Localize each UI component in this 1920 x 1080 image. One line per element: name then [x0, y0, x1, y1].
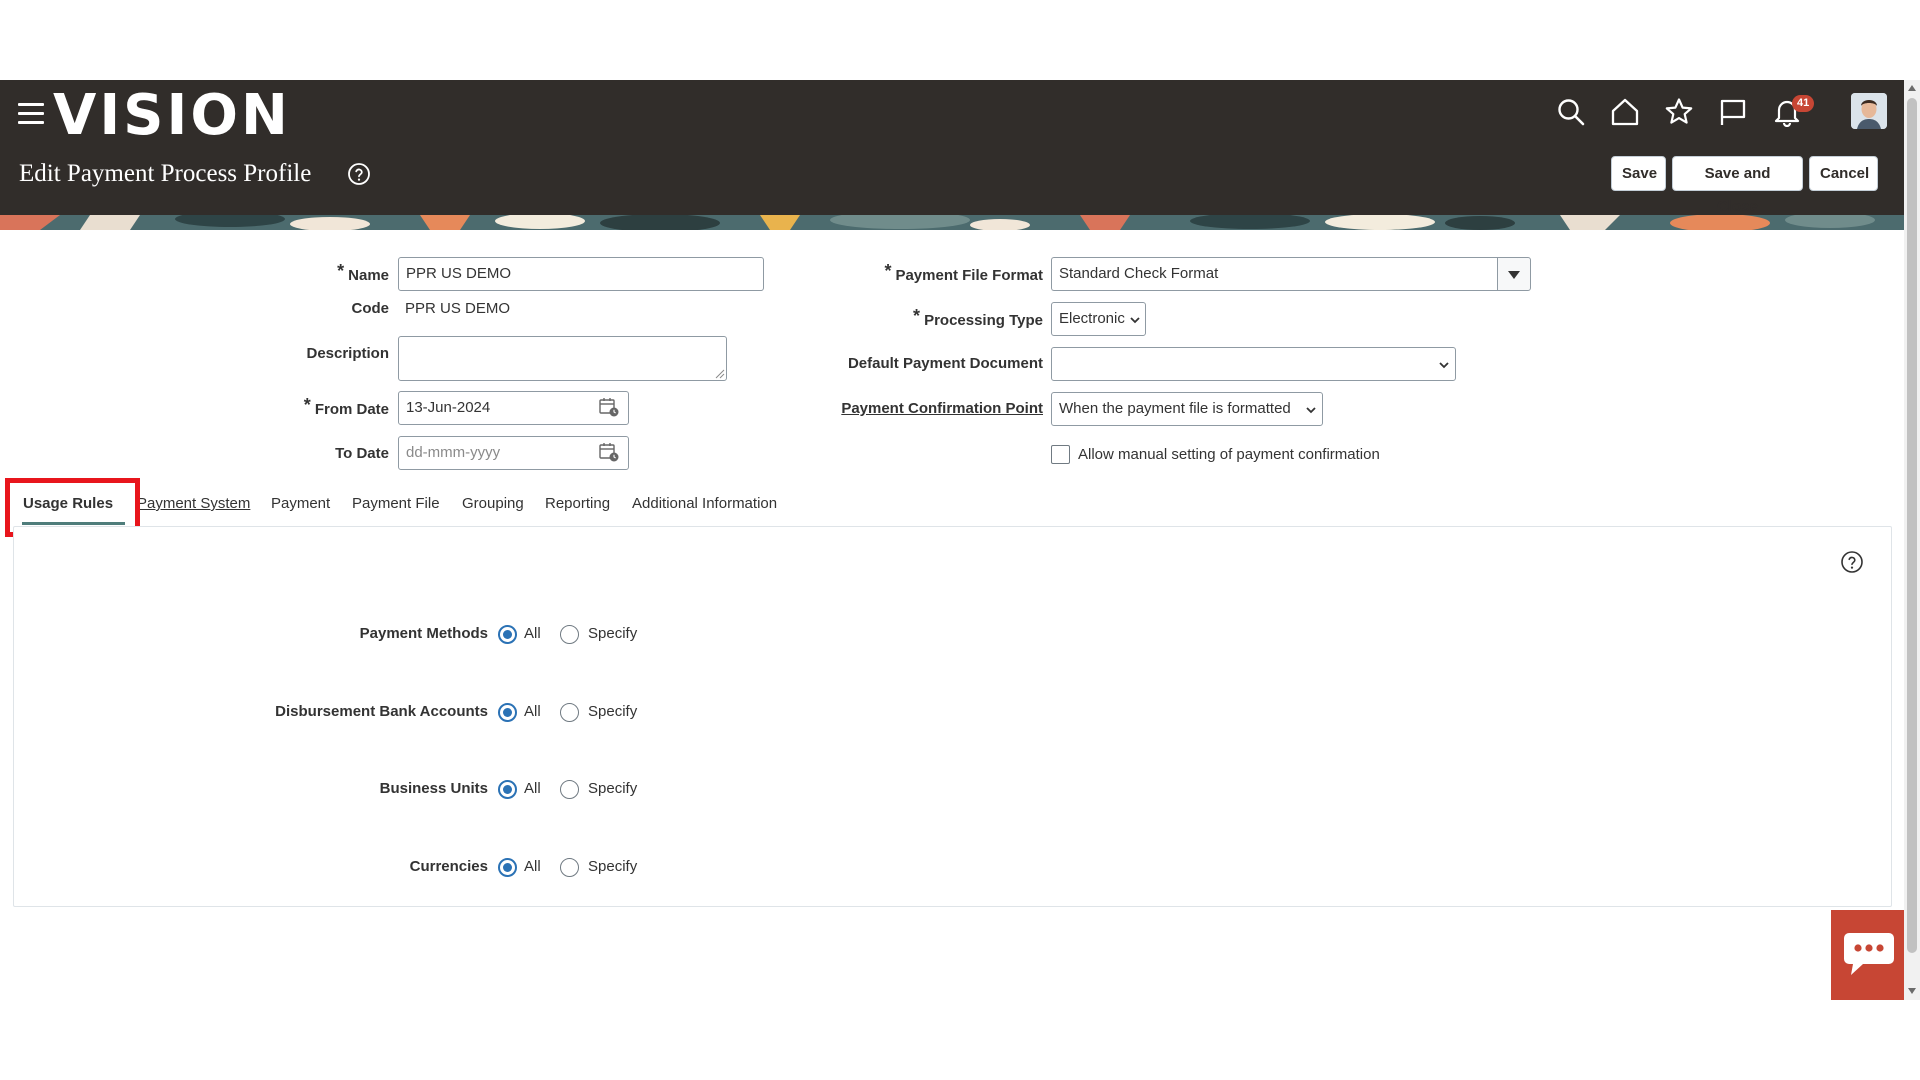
description-label: Description	[306, 345, 389, 362]
payment-methods-all-label: All	[524, 625, 541, 642]
bank-accounts-all-radio[interactable]	[498, 703, 517, 722]
processing-type-label: * Processing Type	[913, 306, 1043, 329]
to-date-label: To Date	[335, 445, 389, 462]
default-payment-document-select[interactable]	[1051, 347, 1456, 381]
currencies-specify-label: Specify	[588, 858, 638, 875]
chevron-down-icon	[1439, 362, 1449, 369]
bank-accounts-all-label: All	[524, 703, 541, 720]
tab-payment-file[interactable]: Payment File	[352, 494, 440, 514]
home-icon[interactable]	[1610, 97, 1640, 127]
name-input[interactable]: PPR US DEMO	[398, 257, 764, 291]
payment-confirmation-point-value: When the payment file is formatted	[1059, 400, 1291, 417]
default-payment-document-label: Default Payment Document	[847, 355, 1043, 372]
bank-accounts-specify-radio[interactable]	[560, 703, 579, 722]
currencies-label: Currencies	[409, 858, 488, 875]
scrollbar-thumb[interactable]	[1907, 98, 1917, 953]
help-icon[interactable]	[347, 162, 371, 186]
disbursement-bank-accounts-label: Disbursement Bank Accounts	[275, 703, 488, 720]
tab-grouping[interactable]: Grouping	[462, 494, 524, 514]
payment-methods-label: Payment Methods	[359, 625, 488, 642]
bank-accounts-specify-label: Specify	[588, 703, 638, 720]
vision-logo[interactable]: VISION	[53, 84, 291, 148]
payment-file-format-label: * Payment File Format	[884, 261, 1043, 284]
from-date-input[interactable]: 13-Jun-2024	[398, 391, 629, 425]
code-value: PPR US DEMO	[405, 300, 511, 317]
tab-payment[interactable]: Payment	[271, 494, 330, 514]
currencies-all-radio[interactable]	[498, 858, 517, 877]
name-label: * Name	[337, 261, 389, 284]
tab-reporting[interactable]: Reporting	[545, 494, 610, 514]
business-units-specify-label: Specify	[588, 780, 638, 797]
star-icon[interactable]	[1664, 97, 1694, 127]
header-banner-decoration	[0, 215, 1904, 230]
menu-icon[interactable]	[18, 103, 44, 125]
scroll-down-icon[interactable]	[1908, 988, 1916, 994]
payment-methods-all-radio[interactable]	[498, 625, 517, 644]
chat-bubble-icon	[1844, 933, 1894, 975]
payment-confirmation-point-label[interactable]: Payment Confirmation Point	[841, 399, 1043, 419]
allow-manual-confirmation-label: Allow manual setting of payment confirma…	[1078, 446, 1380, 463]
payment-file-format-dropdown-button[interactable]	[1497, 257, 1531, 291]
calendar-icon[interactable]	[598, 441, 620, 463]
tab-payment-system[interactable]: Payment System	[137, 494, 250, 514]
calendar-icon[interactable]	[598, 396, 620, 418]
user-avatar[interactable]	[1851, 93, 1887, 129]
description-textarea[interactable]	[398, 336, 727, 381]
payment-file-format-input[interactable]: Standard Check Format	[1051, 257, 1498, 291]
business-units-all-radio[interactable]	[498, 780, 517, 799]
allow-manual-confirmation-checkbox[interactable]	[1051, 445, 1070, 464]
code-label: Code	[351, 300, 390, 317]
scroll-up-icon[interactable]	[1908, 85, 1916, 91]
cancel-button[interactable]: Cancel	[1809, 156, 1878, 191]
save-and-close-button[interactable]: Save and Close	[1672, 156, 1803, 215]
help-icon[interactable]	[1840, 550, 1864, 574]
caret-down-icon	[1508, 271, 1520, 279]
to-date-input[interactable]: dd-mmm-yyyy	[398, 436, 629, 470]
processing-type-select[interactable]: Electronic	[1051, 302, 1146, 336]
business-units-label: Business Units	[379, 780, 488, 797]
chevron-down-icon	[1306, 407, 1316, 414]
resize-grip-icon[interactable]	[715, 369, 725, 379]
page-scrollbar[interactable]	[1904, 80, 1920, 1000]
currencies-all-label: All	[524, 858, 541, 875]
payment-confirmation-point-select[interactable]: When the payment file is formatted	[1051, 392, 1323, 426]
payment-methods-specify-label: Specify	[588, 625, 638, 642]
business-units-specify-radio[interactable]	[560, 780, 579, 799]
processing-type-value: Electronic	[1059, 310, 1125, 327]
notification-badge: 41	[1792, 95, 1815, 112]
page-title: Edit Payment Process Profile	[19, 160, 312, 187]
tab-additional-information[interactable]: Additional Information	[632, 494, 777, 514]
chat-assistant-button[interactable]	[1831, 910, 1904, 1000]
from-date-label: * From Date	[303, 395, 389, 418]
business-units-all-label: All	[524, 780, 541, 797]
payment-methods-specify-radio[interactable]	[560, 625, 579, 644]
save-button[interactable]: Save	[1611, 156, 1666, 191]
chevron-down-icon	[1130, 317, 1140, 324]
currencies-specify-radio[interactable]	[560, 858, 579, 877]
search-icon[interactable]	[1556, 97, 1586, 127]
flag-icon[interactable]	[1718, 97, 1748, 127]
